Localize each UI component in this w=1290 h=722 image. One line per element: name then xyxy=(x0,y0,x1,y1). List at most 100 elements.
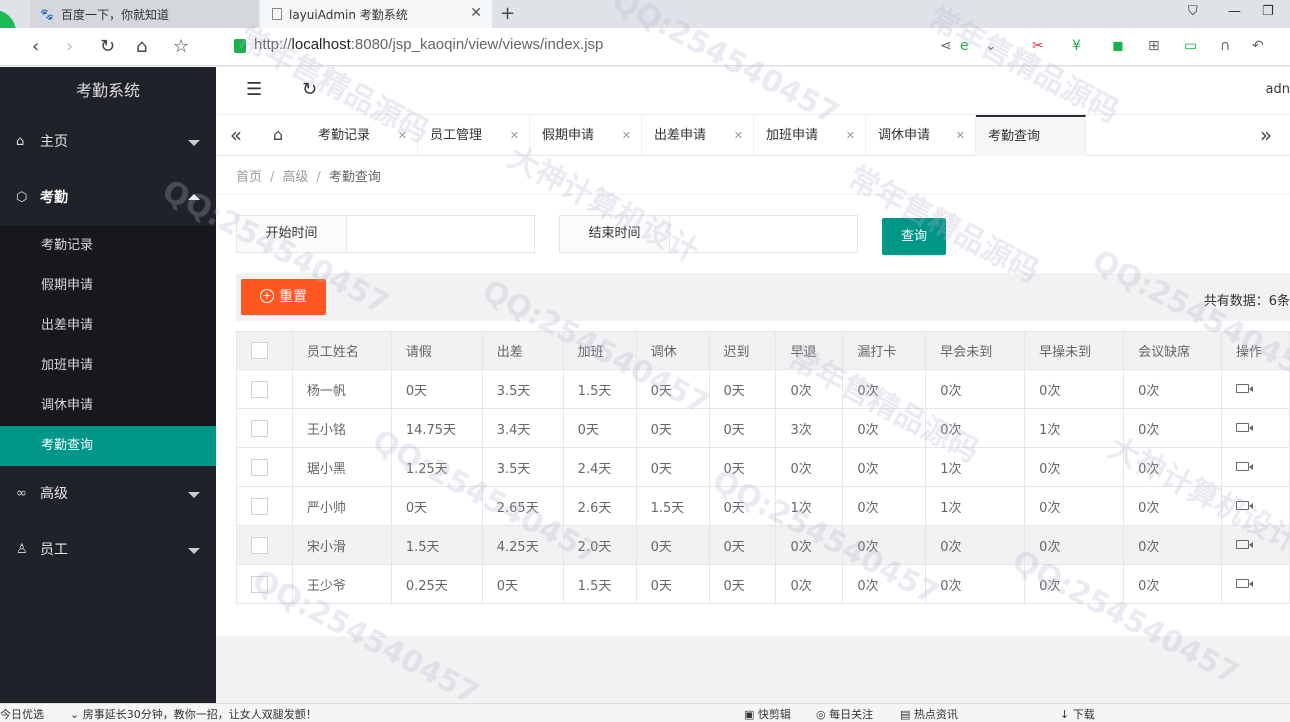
sidebar-subitem-attendance-record[interactable]: 考勤记录 xyxy=(0,226,216,266)
home-icon[interactable]: ⌂ xyxy=(136,36,147,57)
query-button[interactable]: 查询 xyxy=(882,218,946,255)
url-field[interactable]: http://localhost:8080/jsp_kaoqin/view/vi… xyxy=(254,36,603,53)
column-header[interactable]: 请假 xyxy=(390,331,483,370)
table-row[interactable]: 宋小滑 1.5天 4.25天 2.0天 0天 0天 0次 0次 0次 0次 0次 xyxy=(236,525,1290,565)
forward-icon[interactable]: › xyxy=(66,36,73,57)
battery-icon[interactable]: ▭ xyxy=(1184,38,1197,54)
select-all-checkbox-cell[interactable] xyxy=(236,331,293,370)
sidebar-subitem-overtime[interactable]: 加班申请 xyxy=(0,346,216,386)
refresh-icon[interactable]: ↻ xyxy=(302,79,317,100)
status-item-quickcut[interactable]: ▣ 快剪辑 xyxy=(744,706,791,722)
minimize-icon[interactable]: — xyxy=(1228,4,1241,19)
column-header[interactable]: 漏打卡 xyxy=(842,331,927,370)
sidebar-item-home[interactable]: ⌂ 主页 xyxy=(0,114,216,170)
row-checkbox[interactable] xyxy=(251,497,268,515)
user-menu[interactable]: adn xyxy=(1266,82,1290,97)
row-checkbox[interactable] xyxy=(251,458,268,476)
table-row[interactable]: 王少爷 0.25天 0天 1.5天 0天 0天 0次 0次 0次 0次 0次 xyxy=(236,564,1290,604)
browser-tab-baidu[interactable]: 🐾 百度一下，你就知道 xyxy=(30,0,258,28)
row-checkbox-cell[interactable] xyxy=(236,486,293,526)
close-icon[interactable]: ✕ xyxy=(956,115,965,156)
tab-leave-request[interactable]: 假期申请 ✕ xyxy=(530,115,642,156)
tab-attendance-query[interactable]: 考勤查询 xyxy=(976,115,1086,156)
column-header[interactable]: 调休 xyxy=(635,331,710,370)
end-time-input[interactable] xyxy=(670,216,857,252)
row-checkbox-cell[interactable] xyxy=(236,369,293,409)
row-checkbox-cell[interactable] xyxy=(236,408,293,448)
table-row[interactable]: 杨一帆 0天 3.5天 1.5天 0天 0天 0次 0次 0次 0次 0次 xyxy=(236,369,1290,409)
restore-icon[interactable]: ❐ xyxy=(1262,4,1274,19)
video-icon[interactable] xyxy=(1235,539,1253,549)
close-icon[interactable]: ✕ xyxy=(470,5,482,21)
tabs-next-icon[interactable]: » xyxy=(1246,115,1286,156)
tab-employee-management[interactable]: 员工管理 ✕ xyxy=(418,115,530,156)
close-icon[interactable]: ✕ xyxy=(510,115,519,156)
column-header[interactable]: 早退 xyxy=(775,331,844,370)
tab-comp-leave[interactable]: 调休申请 ✕ xyxy=(866,115,976,156)
undo-icon[interactable]: ↶ xyxy=(1252,38,1264,54)
apps-icon[interactable]: ⊞ xyxy=(1148,38,1160,54)
sidebar-subitem-attendance-query[interactable]: 考勤查询 xyxy=(0,426,216,466)
tab-business-trip[interactable]: 出差申请 ✕ xyxy=(642,115,754,156)
table-row[interactable]: 严小帅 0天 2.65天 2.6天 1.5天 0天 1次 0次 1次 0次 0次 xyxy=(236,486,1290,526)
close-icon[interactable]: ✕ xyxy=(846,115,855,156)
column-header[interactable]: 会议缺席 xyxy=(1123,331,1222,370)
breadcrumb-home[interactable]: 首页 xyxy=(236,170,262,185)
sidebar-item-advanced[interactable]: ∞ 高级 xyxy=(0,466,216,522)
chevron-down-icon[interactable]: ⌄ xyxy=(985,38,997,54)
close-icon[interactable]: ✕ xyxy=(398,115,407,156)
row-checkbox[interactable] xyxy=(251,380,268,398)
sidebar-item-employee[interactable]: ♙ 员工 xyxy=(0,522,216,578)
status-news[interactable]: ⌄ 房事延长30分钟，教你一招，让女人双腿发颤！ xyxy=(70,706,317,722)
video-icon[interactable] xyxy=(1235,383,1253,393)
shirt-icon[interactable]: ⛉ xyxy=(1188,4,1198,19)
video-icon[interactable] xyxy=(1235,461,1253,471)
column-header[interactable]: 迟到 xyxy=(708,331,777,370)
column-header[interactable]: 出差 xyxy=(481,331,564,370)
share-icon[interactable]: ⋖ xyxy=(940,38,952,54)
plugin-icon[interactable]: ◼ xyxy=(1112,38,1124,54)
video-icon[interactable] xyxy=(1235,500,1253,510)
table-row[interactable]: 王小铭 14.75天 3.4天 0天 0天 0天 3次 0次 0次 1次 0次 xyxy=(236,408,1290,448)
tabs-prev-icon[interactable]: « xyxy=(216,115,256,156)
row-checkbox-cell[interactable] xyxy=(236,447,293,487)
row-checkbox[interactable] xyxy=(251,536,268,554)
video-icon[interactable] xyxy=(1235,578,1253,588)
browser-tab-layui[interactable]: layuiAdmin 考勤系统 ✕ xyxy=(260,0,492,28)
close-icon[interactable]: ✕ xyxy=(734,115,743,156)
reload-icon[interactable]: ↻ xyxy=(100,36,115,57)
row-checkbox-cell[interactable] xyxy=(236,525,293,565)
status-item-hotnews[interactable]: ▤ 热点资讯 xyxy=(900,706,958,722)
column-header[interactable]: 早操未到 xyxy=(1024,331,1125,370)
tab-overtime[interactable]: 加班申请 ✕ xyxy=(754,115,866,156)
start-time-input[interactable] xyxy=(347,216,534,252)
column-header[interactable]: 员工姓名 xyxy=(291,331,392,370)
column-header[interactable]: 加班 xyxy=(562,331,637,370)
video-icon[interactable] xyxy=(1235,422,1253,432)
sidebar-subitem-leave-request[interactable]: 假期申请 xyxy=(0,266,216,306)
row-checkbox[interactable] xyxy=(251,419,268,437)
sidebar-subitem-business-trip[interactable]: 出差申请 xyxy=(0,306,216,346)
headphones-icon[interactable]: ∩ xyxy=(1220,38,1230,54)
status-item-daily[interactable]: ◎ 每日关注 xyxy=(816,706,873,722)
select-all-checkbox[interactable] xyxy=(251,342,268,359)
status-left[interactable]: 今日优选 xyxy=(0,706,44,722)
table-row[interactable]: 琚小黑 1.25天 3.5天 2.4天 0天 0天 0次 0次 1次 0次 0次 xyxy=(236,447,1290,487)
close-icon[interactable]: ✕ xyxy=(622,115,631,156)
breadcrumb-advanced[interactable]: 高级 xyxy=(282,170,308,185)
back-icon[interactable]: ‹ xyxy=(32,36,39,57)
menu-collapse-icon[interactable]: ☰ xyxy=(246,79,262,100)
row-checkbox-cell[interactable] xyxy=(236,564,293,604)
reset-button[interactable]: + 重置 xyxy=(241,279,326,315)
tab-attendance-record[interactable]: 考勤记录 ✕ xyxy=(306,115,418,156)
ie-icon[interactable]: e xyxy=(960,38,969,54)
star-icon[interactable]: ☆ xyxy=(173,36,189,57)
column-header[interactable]: 早会未到 xyxy=(925,331,1026,370)
row-checkbox[interactable] xyxy=(251,575,268,593)
sidebar-item-attendance[interactable]: ⬡ 考勤 xyxy=(0,170,216,226)
sidebar-subitem-comp-leave[interactable]: 调休申请 xyxy=(0,386,216,426)
tab-home-icon[interactable]: ⌂ xyxy=(258,115,298,156)
status-item-download[interactable]: ↓ 下载 xyxy=(1060,706,1095,722)
yen-icon[interactable]: ¥ xyxy=(1072,38,1081,54)
scissors-icon[interactable]: ✂ xyxy=(1032,38,1044,54)
